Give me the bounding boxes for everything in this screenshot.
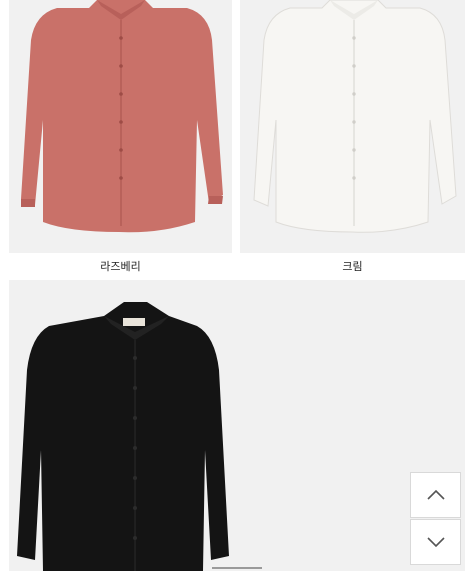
shirt-body <box>17 302 229 571</box>
product-image-black[interactable] <box>9 280 465 571</box>
shirt-tag <box>123 318 145 326</box>
product-image-cream[interactable] <box>240 0 465 253</box>
shirt-image-raspberry <box>21 0 223 233</box>
chevron-down-icon <box>426 537 445 548</box>
shirt-image-black <box>17 302 229 571</box>
product-caption-cream: 크림 <box>342 260 363 273</box>
shirt-body <box>21 0 223 233</box>
product-caption-raspberry: 라즈베리 <box>100 260 141 273</box>
product-image-raspberry[interactable] <box>9 0 232 253</box>
shirt-body <box>253 0 457 233</box>
scroll-to-top-button[interactable] <box>410 472 461 518</box>
chevron-up-icon <box>426 489 445 500</box>
scroll-down-button[interactable] <box>410 519 461 565</box>
shirt-image-cream <box>253 0 457 233</box>
product-color-gallery: 라즈베리 크림 <box>0 0 474 571</box>
page-indicator-bar <box>212 567 262 569</box>
